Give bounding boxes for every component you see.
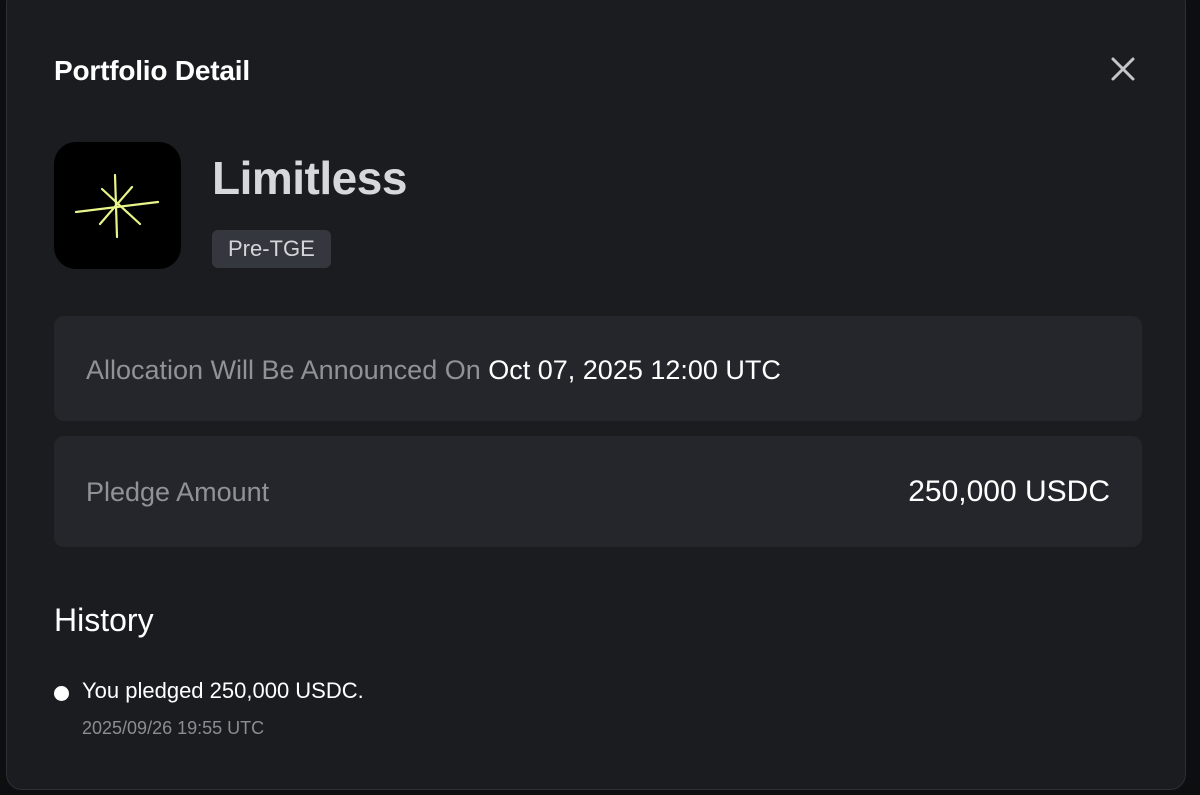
close-button[interactable]	[1105, 51, 1141, 87]
project-logo	[54, 142, 181, 269]
allocation-announcement: Allocation Will Be Announced On Oct 07, …	[86, 355, 781, 386]
history-item-timestamp: 2025/09/26 19:55 UTC	[82, 718, 265, 738]
project-name: Limitless	[212, 152, 407, 204]
history-item-text: You pledged 250,000 USDC.	[82, 678, 364, 703]
pledge-label: Pledge Amount	[86, 477, 270, 507]
history-dot-icon	[54, 686, 69, 701]
modal-title: Portfolio Detail	[54, 55, 250, 86]
close-icon	[1111, 57, 1135, 81]
allocation-label: Allocation Will Be Announced On	[86, 355, 481, 385]
history-item: You pledged 250,000 USDC. 2025/09/26 19:…	[54, 677, 754, 757]
allocation-card: Allocation Will Be Announced On Oct 07, …	[54, 316, 1142, 421]
limitless-logo-icon	[74, 173, 160, 239]
status-badge: Pre-TGE	[212, 230, 331, 268]
pledge-card: Pledge Amount 250,000 USDC	[54, 436, 1142, 547]
allocation-date: Oct 07, 2025 12:00 UTC	[488, 355, 781, 385]
history-title: History	[54, 602, 154, 638]
pledge-value: 250,000 USDC	[908, 475, 1110, 508]
portfolio-detail-modal: Portfolio Detail Limitless Pre-TGE Alloc…	[6, 0, 1186, 790]
